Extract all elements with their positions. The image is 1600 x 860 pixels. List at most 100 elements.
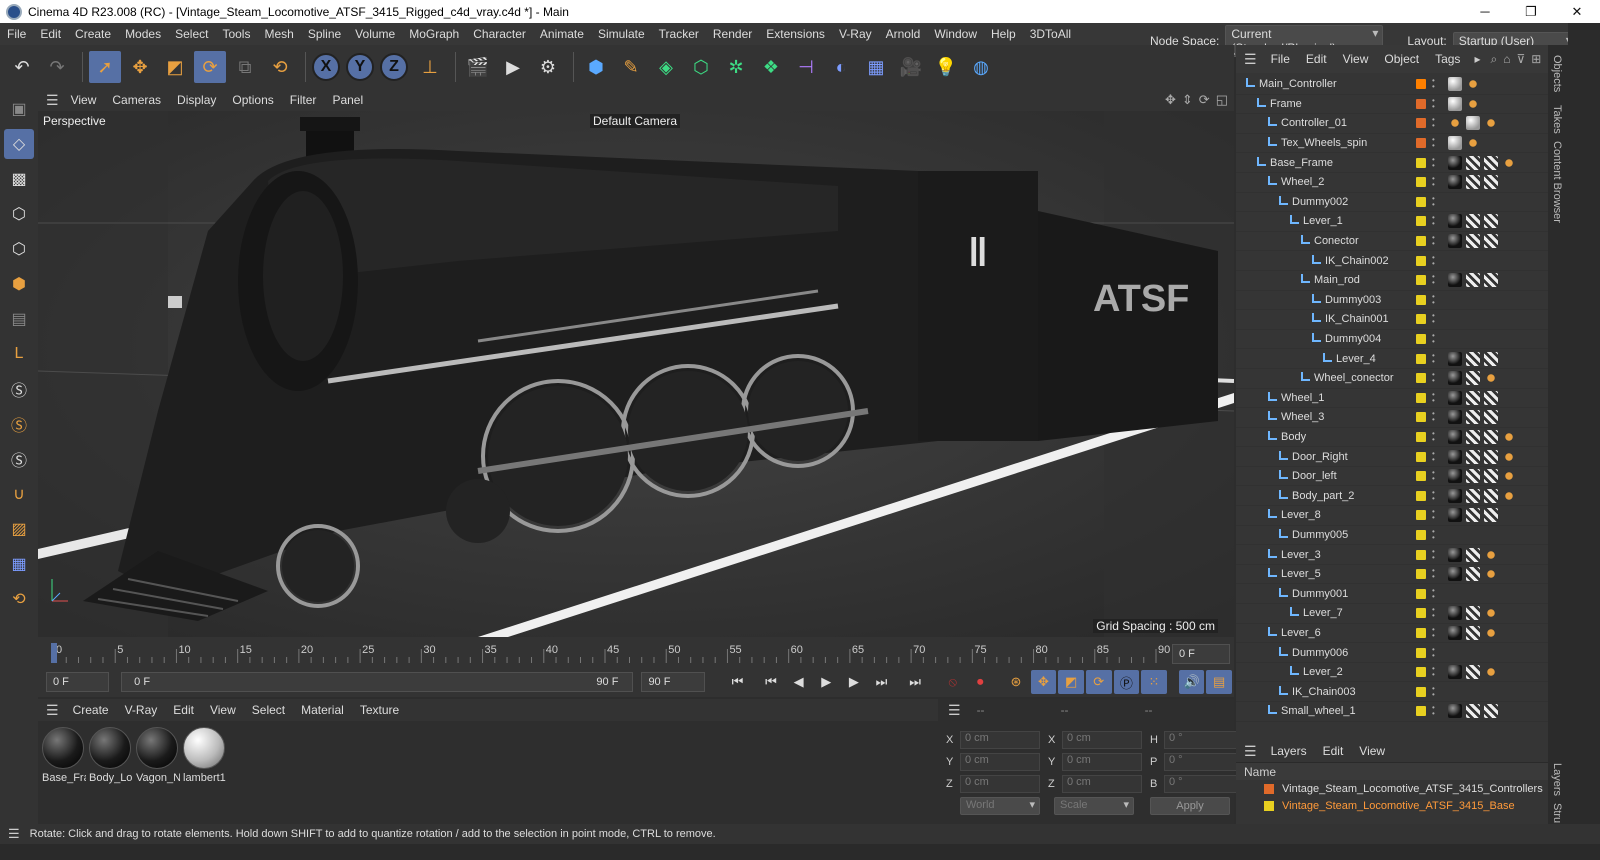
layer-color-indicator[interactable] [1416, 216, 1426, 227]
checker-texture-tag-icon[interactable] [1484, 390, 1498, 405]
visibility-dots-icon[interactable]: • • [1432, 155, 1436, 169]
visibility-dots-icon[interactable]: • • [1432, 332, 1436, 346]
tab-takes[interactable]: Takes [1551, 105, 1563, 134]
checker-texture-tag-icon[interactable] [1484, 214, 1498, 229]
go-to-end-icon[interactable]: ⏭ [902, 670, 928, 694]
object-row[interactable]: Main_rod • • [1236, 271, 1548, 291]
next-frame-icon[interactable]: ▶ [841, 670, 867, 694]
object-row[interactable]: Lever_7 • • [1236, 604, 1548, 624]
checker-texture-tag-icon[interactable] [1484, 488, 1498, 503]
object-row[interactable]: Lever_2 • • [1236, 663, 1548, 683]
material-tag-icon[interactable] [1448, 155, 1462, 170]
previous-key-icon[interactable]: ⏮ [758, 670, 784, 694]
layer-color-indicator[interactable] [1416, 647, 1426, 658]
vray-tag-icon[interactable] [1466, 77, 1480, 92]
key-pla-icon[interactable]: ⁙ [1141, 670, 1167, 694]
layer-row[interactable]: Vintage_Steam_Locomotive_ATSF_3415_Base [1236, 797, 1548, 814]
cube-icon[interactable]: ⬢ [580, 51, 612, 83]
object-row[interactable]: IK_Chain001 • • [1236, 310, 1548, 330]
menu-volume[interactable]: Volume [348, 27, 402, 41]
object-row[interactable]: Dummy002 • • [1236, 193, 1548, 213]
render-view-icon[interactable]: ▶ [497, 51, 529, 83]
visibility-dots-icon[interactable]: • • [1432, 175, 1436, 189]
position-y-field[interactable]: 0 cm [960, 753, 1040, 771]
viewport-menu-options[interactable]: Options [224, 93, 281, 107]
viewport-menu-cameras[interactable]: Cameras [104, 93, 169, 107]
solo-hierarchy-icon[interactable]: Ⓢ [4, 409, 34, 439]
checker-texture-tag-icon[interactable] [1466, 351, 1480, 366]
object-menu-tags[interactable]: Tags [1427, 52, 1468, 66]
vray-tag-icon[interactable] [1484, 116, 1498, 131]
minimize-button[interactable]: ─ [1462, 0, 1508, 23]
object-row[interactable]: Lever_4 • • [1236, 349, 1548, 369]
light-icon[interactable]: 💡 [930, 51, 962, 83]
vray-tag-icon[interactable] [1484, 371, 1498, 386]
viewport-menu-panel[interactable]: Panel [324, 93, 371, 107]
search-icon[interactable]: ⌕ [1490, 52, 1497, 67]
menu-create[interactable]: Create [68, 27, 118, 41]
material-menu-texture[interactable]: Texture [352, 703, 407, 717]
hamburger-icon[interactable]: ☰ [46, 92, 59, 109]
checker-texture-tag-icon[interactable] [1484, 508, 1498, 523]
checker-texture-tag-icon[interactable] [1466, 625, 1480, 640]
visibility-dots-icon[interactable]: • • [1432, 292, 1436, 306]
menu-help[interactable]: Help [984, 27, 1023, 41]
record-icon[interactable]: ⦸ [940, 670, 966, 694]
next-key-icon[interactable]: ⏭ [869, 670, 895, 694]
maximize-view-icon[interactable]: ◱ [1216, 92, 1228, 108]
vray-tag-icon[interactable] [1502, 469, 1516, 484]
material-swatch[interactable]: Vagon_N [136, 727, 180, 784]
layer-color-indicator[interactable] [1416, 471, 1426, 482]
edge-mode-icon[interactable]: ⬡ [4, 234, 34, 264]
layer-row[interactable]: Vintage_Steam_Locomotive_ATSF_3415_Contr… [1236, 780, 1548, 797]
z-axis-lock-button[interactable]: Z [380, 53, 408, 81]
visibility-dots-icon[interactable]: • • [1432, 136, 1436, 150]
visibility-dots-icon[interactable]: • • [1432, 586, 1436, 600]
solo-off-icon[interactable]: Ⓢ [4, 444, 34, 474]
checker-texture-tag-icon[interactable] [1466, 606, 1480, 621]
object-row[interactable]: Wheel_1 • • [1236, 389, 1548, 409]
checker-texture-tag-icon[interactable] [1466, 390, 1480, 405]
checker-texture-tag-icon[interactable] [1466, 234, 1480, 249]
material-tag-icon[interactable] [1448, 410, 1462, 425]
autokey-icon[interactable]: ⏺ [967, 670, 993, 694]
object-row[interactable]: Dummy006 • • [1236, 643, 1548, 663]
checker-texture-tag-icon[interactable] [1484, 155, 1498, 170]
visibility-dots-icon[interactable]: • • [1432, 488, 1436, 502]
layer-color-indicator[interactable] [1416, 196, 1426, 207]
material-swatch[interactable]: lambert1 [183, 727, 227, 784]
checker-texture-tag-icon[interactable] [1466, 410, 1480, 425]
tab-content-browser[interactable]: Content Browser [1551, 141, 1563, 223]
checker-texture-tag-icon[interactable] [1484, 351, 1498, 366]
layer-color-indicator[interactable] [1416, 667, 1426, 678]
visibility-dots-icon[interactable]: • • [1432, 645, 1436, 659]
vray-tag-icon[interactable] [1466, 96, 1480, 111]
zoom-icon[interactable]: ⇕ [1182, 92, 1193, 108]
material-menu-select[interactable]: Select [244, 703, 293, 717]
key-parameter-icon[interactable]: Ⓟ [1113, 670, 1140, 694]
more-arrow-icon[interactable]: ▸ [1474, 52, 1480, 66]
layer-menu-layers[interactable]: Layers [1263, 744, 1315, 758]
visibility-dots-icon[interactable]: • • [1432, 704, 1436, 718]
object-row[interactable]: Conector • • [1236, 232, 1548, 252]
y-axis-lock-button[interactable]: Y [346, 53, 374, 81]
material-tag-icon[interactable] [1448, 665, 1462, 680]
object-row[interactable]: Base_Frame • • [1236, 153, 1548, 173]
checker-texture-tag-icon[interactable] [1466, 488, 1480, 503]
visibility-dots-icon[interactable]: • • [1432, 449, 1436, 463]
preview-range-slider[interactable]: 0 F 90 F [121, 672, 634, 692]
solo-icon[interactable]: Ⓢ [4, 374, 34, 404]
hamburger-icon[interactable]: ☰ [948, 702, 961, 719]
object-row[interactable]: Wheel_conector • • [1236, 369, 1548, 389]
menu-tools[interactable]: Tools [215, 27, 257, 41]
checker-texture-tag-icon[interactable] [1484, 273, 1498, 288]
size-x-field[interactable]: 0 cm [1062, 731, 1142, 749]
visibility-dots-icon[interactable]: • • [1432, 194, 1436, 208]
vray-tag-icon[interactable] [1484, 665, 1498, 680]
3d-viewport[interactable]: ‖ ATSF Perspective Default Camera Grid S… [38, 111, 1234, 637]
menu-edit[interactable]: Edit [33, 27, 68, 41]
pen-icon[interactable]: ✎ [615, 51, 647, 83]
phong-tag-icon[interactable] [1448, 136, 1462, 151]
layer-color-indicator[interactable] [1416, 569, 1426, 580]
material-swatch[interactable]: Base_Fra [42, 727, 86, 784]
